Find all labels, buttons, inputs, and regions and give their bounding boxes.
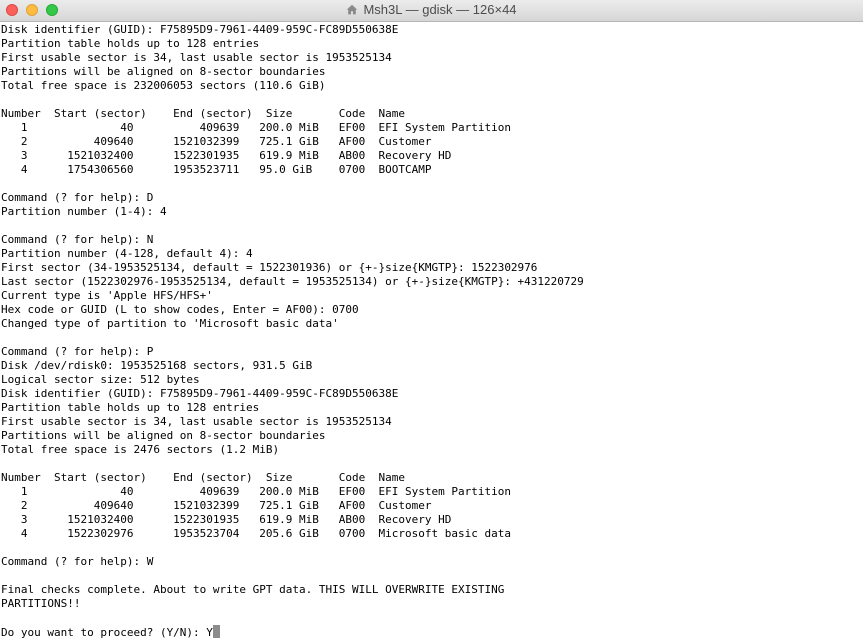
terminal-line: Disk identifier (GUID): F75895D9-7961-44… bbox=[1, 387, 399, 400]
terminal-line: Disk /dev/rdisk0: 1953525168 sectors, 93… bbox=[1, 359, 313, 372]
proceed-prompt-text: Do you want to proceed? (Y/N): Y bbox=[1, 626, 213, 639]
terminal-text: Disk identifier (GUID): F75895D9-7961-44… bbox=[1, 23, 861, 625]
terminal-line: 1 40 409639 200.0 MiB EF00 EFI System Pa… bbox=[1, 485, 511, 498]
terminal-line: Command (? for help): P bbox=[1, 345, 154, 358]
terminal-line: Last sector (1522302976-1953525134, defa… bbox=[1, 275, 584, 288]
terminal-line: Partition table holds up to 128 entries bbox=[1, 401, 260, 414]
terminal-line: Number Start (sector) End (sector) Size … bbox=[1, 471, 405, 484]
window-title: Msh3L — gdisk — 126×44 bbox=[0, 0, 863, 21]
terminal-line: Current type is 'Apple HFS/HFS+' bbox=[1, 289, 213, 302]
terminal-line: 1 40 409639 200.0 MiB EF00 EFI System Pa… bbox=[1, 121, 511, 134]
terminal-output[interactable]: Disk identifier (GUID): F75895D9-7961-44… bbox=[1, 23, 861, 640]
terminal-line: Partitions will be aligned on 8-sector b… bbox=[1, 65, 326, 78]
terminal-line: First usable sector is 34, last usable s… bbox=[1, 415, 392, 428]
terminal-line: Partition number (1-4): 4 bbox=[1, 205, 167, 218]
terminal-line: Command (? for help): D bbox=[1, 191, 154, 204]
terminal-line: 3 1521032400 1522301935 619.9 MiB AB00 R… bbox=[1, 513, 452, 526]
terminal-line: 2 409640 1521032399 725.1 GiB AF00 Custo… bbox=[1, 499, 432, 512]
terminal-line: Number Start (sector) End (sector) Size … bbox=[1, 107, 405, 120]
prompt-area: Do you want to proceed? (Y/N): Y bbox=[1, 625, 861, 639]
terminal-line: PARTITIONS!! bbox=[1, 597, 81, 610]
terminal-line: Partitions will be aligned on 8-sector b… bbox=[1, 429, 326, 442]
terminal-line: Disk identifier (GUID): F75895D9-7961-44… bbox=[1, 23, 399, 36]
title-bar[interactable]: Msh3L — gdisk — 126×44 bbox=[0, 0, 863, 22]
terminal-line: Hex code or GUID (L to show codes, Enter… bbox=[1, 303, 359, 316]
terminal-line: Command (? for help): W bbox=[1, 555, 154, 568]
terminal-line: First sector (34-1953525134, default = 1… bbox=[1, 261, 538, 274]
terminal-line: Logical sector size: 512 bytes bbox=[1, 373, 200, 386]
terminal-line: Changed type of partition to 'Microsoft … bbox=[1, 317, 339, 330]
terminal-line: 4 1754306560 1953523711 95.0 GiB 0700 BO… bbox=[1, 163, 432, 176]
window-title-text: Msh3L — gdisk — 126×44 bbox=[363, 2, 517, 17]
terminal-line: Total free space is 2476 sectors (1.2 Mi… bbox=[1, 443, 280, 456]
terminal-line: 3 1521032400 1522301935 619.9 MiB AB00 R… bbox=[1, 149, 452, 162]
terminal-line: Partition number (4-128, default 4): 4 bbox=[1, 247, 253, 260]
terminal-window: Msh3L — gdisk — 126×44 Disk identifier (… bbox=[0, 0, 863, 640]
terminal-line: 4 1522302976 1953523704 205.6 GiB 0700 M… bbox=[1, 527, 511, 540]
terminal-line: Final checks complete. About to write GP… bbox=[1, 583, 505, 596]
terminal-line: First usable sector is 34, last usable s… bbox=[1, 51, 392, 64]
text-cursor bbox=[212, 625, 220, 638]
terminal-line: Command (? for help): N bbox=[1, 233, 154, 246]
home-folder-icon bbox=[346, 4, 358, 15]
terminal-line: 2 409640 1521032399 725.1 GiB AF00 Custo… bbox=[1, 135, 432, 148]
proceed-prompt-line[interactable]: Do you want to proceed? (Y/N): Y bbox=[1, 625, 861, 639]
terminal-line: Total free space is 232006053 sectors (1… bbox=[1, 79, 326, 92]
terminal-line: Partition table holds up to 128 entries bbox=[1, 37, 260, 50]
